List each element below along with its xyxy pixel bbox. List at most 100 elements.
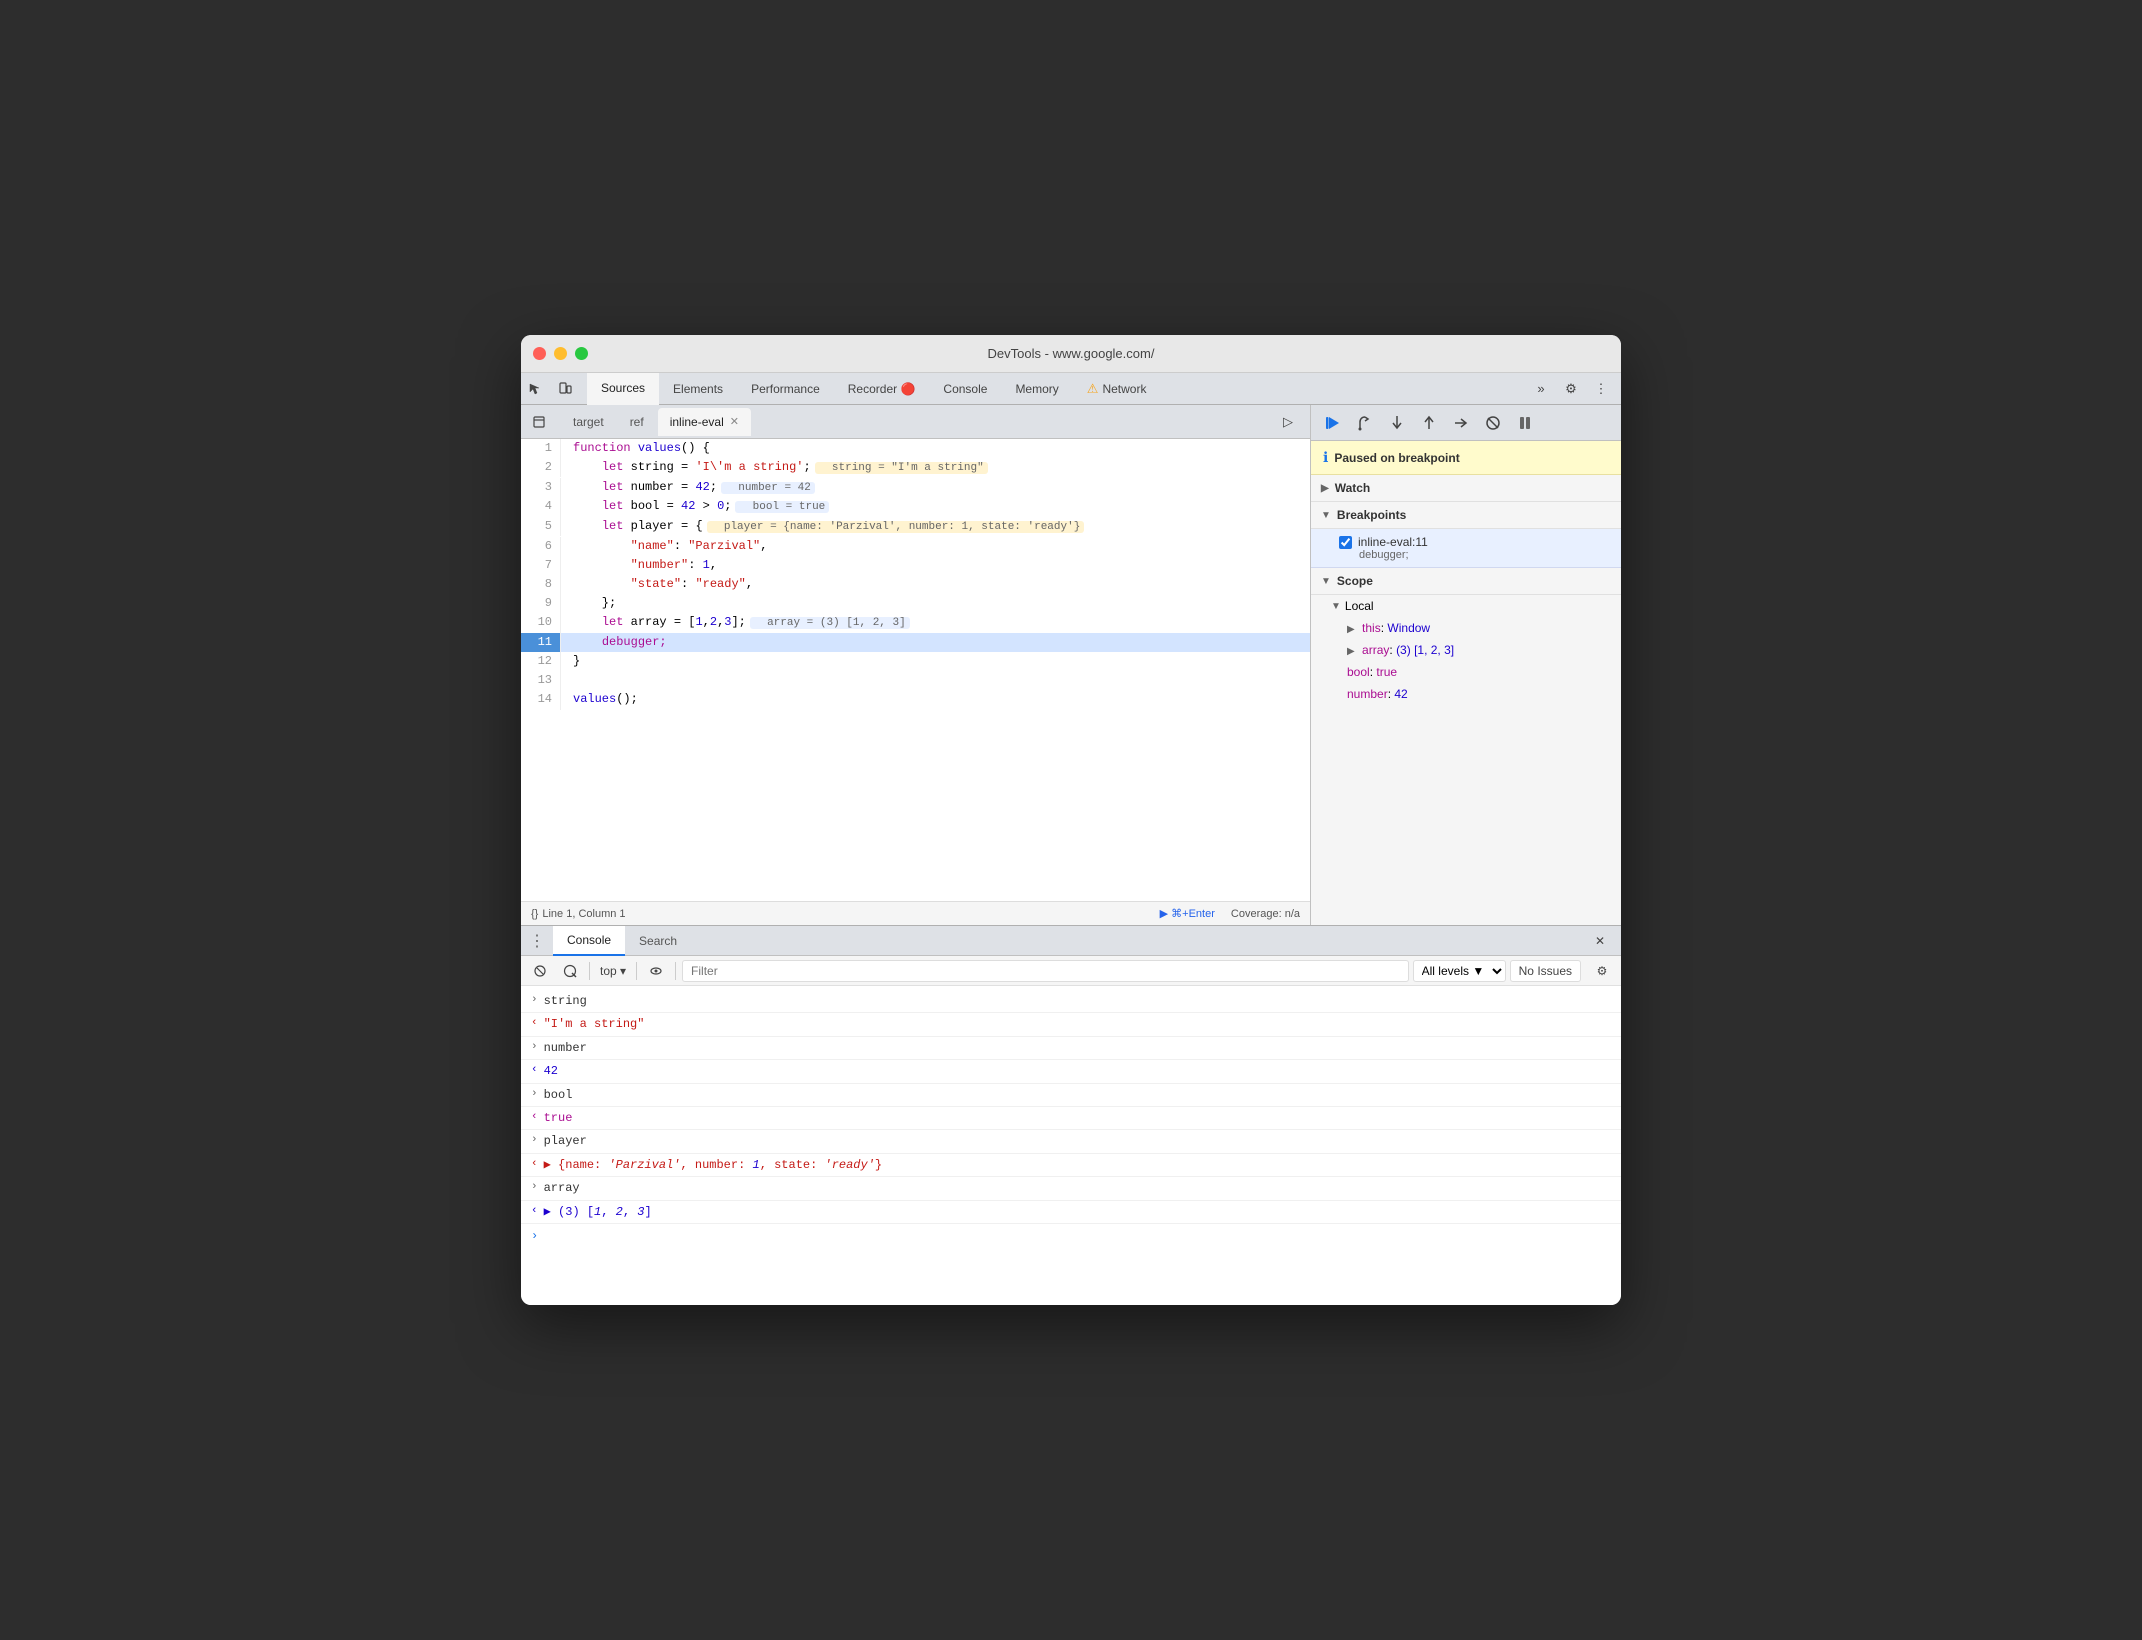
console-row-player-expand[interactable]: › player [521,1130,1621,1153]
scope-item-bool[interactable]: bool: true [1311,661,1621,683]
filter-console-btn[interactable] [557,958,583,984]
code-line-3: 3 let number = 42; number = 42 [521,478,1310,498]
tab-memory[interactable]: Memory [1001,373,1072,405]
console-toolbar: top ▾ All levels ▼ Verbose Info Warnings… [521,956,1621,986]
source-tabs: target ref inline-eval ✕ ▷ [521,405,1310,439]
tab-sources[interactable]: Sources [587,373,659,405]
breakpoints-section-header[interactable]: ▼ Breakpoints [1311,502,1621,529]
watch-section-header[interactable]: ▶ Watch [1311,475,1621,502]
watch-label: Watch [1335,481,1371,495]
tab-close-btn[interactable]: ✕ [730,415,739,428]
expand-arrow-icon-3: › [531,1085,538,1104]
more-tabs-btn[interactable]: » [1527,375,1555,403]
sync-icon: ▷ [1283,414,1293,430]
tab-file-ref[interactable]: ref [618,408,656,436]
console-output: › string ‹ "I'm a string" › number ‹ 42 [521,986,1621,1305]
clear-console-btn[interactable] [527,958,553,984]
debugger-panel: ℹ Paused on breakpoint ▶ Watch ▼ Breakpo… [1311,405,1621,925]
inspect-element-btn[interactable] [521,375,549,403]
scope-key-this: this [1362,621,1381,635]
step-over-btn[interactable] [1351,409,1379,437]
tab-console-bottom[interactable]: Console [553,926,625,956]
toolbar-divider-3 [675,962,676,980]
top-context-selector[interactable]: top ▾ [596,964,630,978]
close-button[interactable] [533,347,546,360]
eye-btn[interactable] [643,958,669,984]
tab-file-target[interactable]: target [561,408,616,436]
console-input[interactable] [544,1229,1611,1243]
step-into-btn[interactable] [1383,409,1411,437]
device-toolbar-btn[interactable] [551,375,579,403]
step-over-icon [1357,415,1373,431]
run-snippet-btn[interactable]: ▶ ⌘+Enter [1160,907,1215,920]
console-row-string-result: ‹ "I'm a string" [521,1013,1621,1036]
console-row-bool-result: ‹ true [521,1107,1621,1130]
scope-item-number[interactable]: number: 42 [1311,683,1621,705]
scope-key-array: array [1362,643,1389,657]
step-out-btn[interactable] [1415,409,1443,437]
step-btn[interactable] [1447,409,1475,437]
deactivate-breakpoints-btn[interactable] [1479,409,1507,437]
code-line-14: 14 values(); [521,690,1310,709]
pause-on-exception-btn[interactable] [1511,409,1539,437]
status-bar: {} Line 1, Column 1 ▶ ⌘+Enter Coverage: … [521,901,1310,925]
scope-key-bool: bool [1347,665,1370,679]
show-drawer-btn[interactable] [525,408,553,436]
customize-btn[interactable]: ⋮ [1587,375,1615,403]
console-row-array-expand[interactable]: › array [521,1177,1621,1200]
no-issues-btn[interactable]: No Issues [1510,960,1581,982]
console-row-array-result[interactable]: ‹ ▶ (3) [1, 2, 3] [521,1201,1621,1224]
maximize-button[interactable] [575,347,588,360]
prompt-arrow-icon: › [531,1226,538,1246]
format-btn[interactable]: {} [531,908,538,920]
tab-network[interactable]: ⚠ Network [1073,373,1161,405]
settings-btn[interactable]: ⚙ [1557,375,1585,403]
console-settings-btn[interactable]: ⚙ [1589,958,1615,984]
expand-arrow-icon: › [531,991,538,1010]
local-section-header[interactable]: ▼ Local [1311,595,1621,617]
array-expand-icon: ▶ [1347,646,1355,657]
scope-item-array[interactable]: ▶ array: (3) [1, 2, 3] [1311,639,1621,661]
position-label: Line 1, Column 1 [542,908,625,920]
filter-input[interactable] [682,960,1409,982]
local-label: Local [1345,599,1374,613]
pause-icon [1517,415,1533,431]
console-string-value: "I'm a string" [544,1014,645,1034]
tab-elements[interactable]: Elements [659,373,737,405]
code-editor[interactable]: 1 function values() { 2 let string = 'I\… [521,439,1310,901]
console-tabs: ⋮ Console Search ✕ [521,926,1621,956]
tab-file-inline-eval[interactable]: inline-eval ✕ [658,408,751,436]
traffic-lights [533,347,588,360]
scope-item-this[interactable]: ▶ this: Window [1311,617,1621,639]
scope-section-header[interactable]: ▼ Scope [1311,568,1621,595]
tab-search-bottom[interactable]: Search [625,926,691,956]
breakpoint-checkbox-1[interactable] [1339,536,1352,549]
source-tabs-left [525,405,561,438]
code-line-1: 1 function values() { [521,439,1310,458]
scope-val-array: (3) [1, 2, 3] [1396,643,1454,657]
tab-console[interactable]: Console [929,373,1001,405]
console-row-number-expand[interactable]: › number [521,1037,1621,1060]
console-row-string-expand[interactable]: › string [521,990,1621,1013]
code-line-4: 4 let bool = 42 > 0; bool = true [521,497,1310,517]
log-level-select[interactable]: All levels ▼ Verbose Info Warnings Error… [1413,960,1506,982]
code-line-8: 8 "state": "ready", [521,575,1310,594]
nav-right-controls: » ⚙ ⋮ [1527,375,1621,403]
minimize-button[interactable] [554,347,567,360]
broadcast-btn[interactable]: ▷ [1274,408,1302,436]
tab-recorder[interactable]: Recorder 🔴 [834,373,930,405]
console-row-player-result[interactable]: ‹ ▶ {name: 'Parzival', number: 1, state:… [521,1154,1621,1177]
run-icon: ▶ ⌘+Enter [1160,907,1215,920]
resume-btn[interactable] [1319,409,1347,437]
tab-performance[interactable]: Performance [737,373,834,405]
close-console-btn[interactable]: ✕ [1587,928,1613,954]
code-line-11: 11 debugger; [521,633,1310,652]
panel-icon [533,416,545,428]
console-menu-btn[interactable]: ⋮ [521,931,553,951]
filter-icon [563,964,577,978]
window-title: DevTools - www.google.com/ [988,346,1155,361]
console-bool-value: true [544,1108,573,1128]
code-panel: target ref inline-eval ✕ ▷ [521,405,1311,925]
warning-icon: ⚠ [1087,381,1099,397]
console-row-bool-expand[interactable]: › bool [521,1084,1621,1107]
